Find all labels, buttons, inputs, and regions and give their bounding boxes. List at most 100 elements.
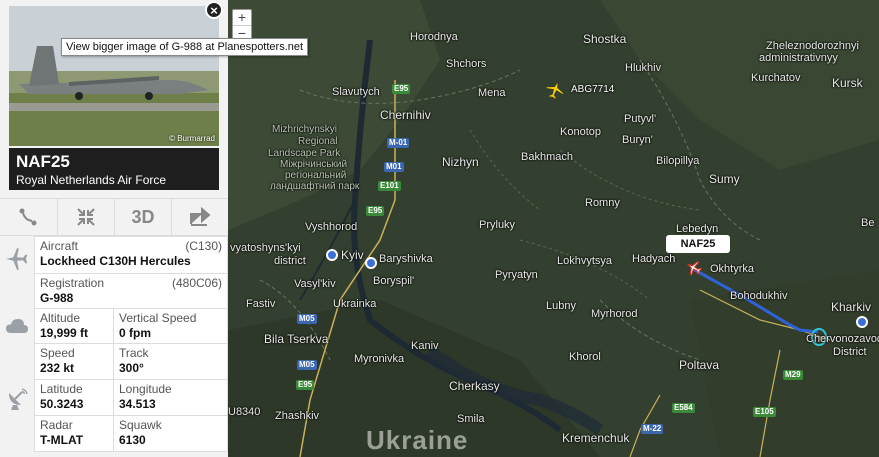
park-label: ландшафтний парк [270, 181, 360, 192]
city-label: Mena [478, 87, 506, 99]
edge-label: U8340 [228, 406, 261, 418]
city-label: Lubny [546, 300, 576, 312]
flight-info-panel: © Burmarrad View bigger image of G-988 a… [0, 0, 309, 457]
city-label: Pryluky [479, 219, 516, 231]
selected-flight-callout[interactable]: NAF25 [666, 235, 730, 253]
city-label: Chervonozavods [806, 333, 879, 345]
city-label: Cherkasy [449, 379, 500, 393]
city-label: Shchors [446, 58, 487, 70]
altitude-cell: Altitude 19,999 ft [34, 308, 114, 344]
vertical-speed-label: Vertical Speed [119, 311, 197, 325]
registration-value: G-988 [40, 291, 74, 305]
road-shield: M05 [297, 360, 317, 370]
latitude-value: 50.3243 [40, 397, 84, 411]
aircraft-cell: Aircraft (C130) Lockheed C130H Hercules [34, 236, 228, 274]
city-label: Horodnya [410, 31, 458, 43]
city-label: Buryn' [622, 134, 653, 146]
radar-cell: Radar T-MLAT [34, 415, 114, 452]
city-label: Nizhyn [442, 155, 479, 169]
city-label: Slavutych [332, 86, 380, 98]
registration-code: (480C06) [171, 276, 222, 290]
longitude-cell: Longitude 34.513 [113, 379, 228, 416]
city-label: Okhtyrka [710, 263, 755, 275]
city-label: Sumy [709, 172, 740, 186]
city-label: Hlukhiv [625, 62, 662, 74]
city-label: Baryshivka [379, 253, 433, 265]
aircraft-photo-image [9, 6, 219, 146]
city-label: Kremenchuk [562, 431, 630, 445]
collapse-arrows-icon [77, 208, 95, 226]
vertical-speed-cell: Vertical Speed 0 fpm [113, 308, 228, 344]
city-label: Smila [457, 413, 485, 425]
route-button[interactable] [0, 199, 56, 235]
registration-label: Registration [40, 276, 105, 290]
city-label: Hadyach [632, 253, 676, 265]
vertical-speed-value: 0 fpm [119, 326, 152, 340]
city-label: Pyryatyn [495, 269, 538, 281]
city-label: Zheleznodorozhnyi [766, 40, 859, 52]
flight-abg7714[interactable] [545, 80, 565, 100]
road-shield: E95 [366, 206, 385, 216]
track-cell: Track 300° [113, 343, 228, 380]
city-label: Kyiv [341, 248, 364, 262]
road-shield: M05 [297, 314, 317, 324]
aircraft-photo[interactable]: © Burmarrad [9, 6, 219, 146]
selected-flight-callsign: NAF25 [680, 238, 716, 250]
airport-pin[interactable] [365, 257, 377, 269]
view-3d-button[interactable]: 3D [114, 199, 171, 235]
road-shield: M01 [384, 162, 404, 172]
flight-callsign: ABG7714 [571, 84, 615, 95]
airplane-icon [545, 81, 564, 100]
latitude-cell: Latitude 50.3243 [34, 379, 114, 416]
city-label: Vyshhorod [305, 221, 358, 233]
road-shield: M-22 [641, 424, 664, 434]
radar-label: Radar [40, 418, 73, 432]
operator-name: Royal Netherlands Air Force [16, 173, 167, 187]
city-label: Fastiv [246, 298, 276, 310]
view-3d-label: 3D [131, 206, 155, 227]
radar-dish-icon [0, 381, 34, 417]
track-value: 300° [119, 361, 144, 375]
cloud-icon [0, 308, 34, 344]
squawk-cell: Squawk 6130 [113, 415, 228, 452]
city-label: Bohodukhiv [730, 290, 788, 302]
close-button[interactable]: × [205, 1, 223, 19]
road-shield: E95 [392, 84, 411, 94]
city-label: Khorol [569, 351, 601, 363]
share-button[interactable] [171, 199, 228, 235]
road-shield: M29 [783, 370, 803, 380]
photo-tooltip: View bigger image of G-988 at Planespott… [61, 38, 309, 56]
city-label: Bakhmach [521, 151, 573, 163]
zoom-in-button[interactable]: + [233, 10, 251, 25]
squawk-label: Squawk [119, 418, 162, 432]
city-label: Kaniv [411, 340, 439, 352]
airplane-icon [687, 261, 703, 276]
latitude-label: Latitude [40, 382, 83, 396]
airplane-side-icon [0, 238, 34, 280]
city-label: Bilopillya [656, 155, 700, 167]
city-label: District [833, 346, 867, 358]
aircraft-value: Lockheed C130H Hercules [40, 254, 191, 268]
road-shield: E101 [378, 181, 401, 191]
park-label: Regional [298, 136, 338, 147]
speed-value: 232 kt [40, 361, 75, 375]
photo-credit: © Burmarrad [169, 134, 215, 143]
flight-details: Aircraft (C130) Lockheed C130H Hercules R… [0, 236, 228, 457]
selected-flight-marker[interactable] [686, 260, 703, 276]
airport-pin[interactable] [856, 316, 868, 328]
city-label: Lokhvytsya [557, 255, 613, 267]
panel-toolbar: 3D [0, 198, 228, 236]
city-label: Kursk [832, 76, 863, 90]
aircraft-label: Aircraft [40, 239, 79, 253]
city-label: Romny [585, 197, 620, 209]
speed-label: Speed [40, 346, 75, 360]
city-label: district [274, 255, 306, 267]
collapse-button[interactable] [57, 199, 114, 235]
city-label: Bila Tserkva [264, 332, 329, 346]
aircraft-code: (C130) [185, 239, 222, 253]
city-label: Kharkiv [831, 300, 872, 314]
city-label: Be [861, 217, 875, 229]
city-label: Chernihiv [380, 108, 431, 122]
airport-pin[interactable] [326, 249, 338, 261]
city-label: Kurchatov [751, 72, 801, 84]
